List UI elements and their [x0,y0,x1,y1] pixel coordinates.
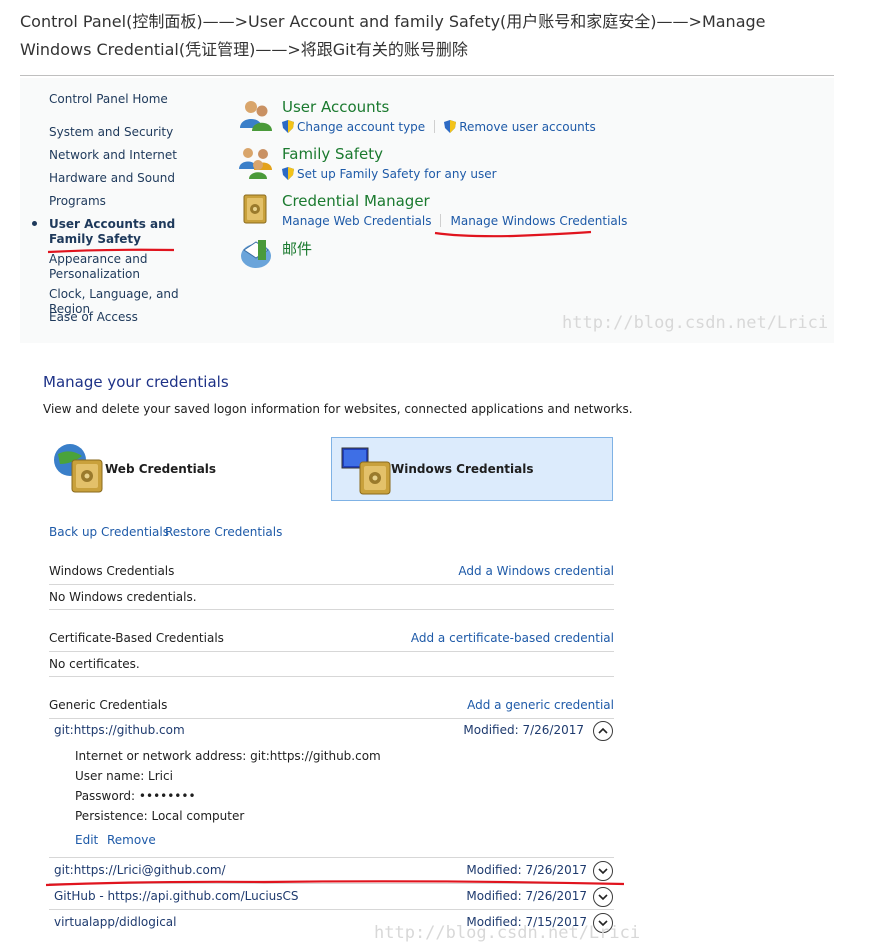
certificate-credentials-heading: Certificate-Based Credentials [49,631,224,645]
uac-shield-icon [282,167,294,180]
watermark: http://blog.csdn.net/Lrici [562,313,829,333]
detail-username: User name: Lrici [75,769,173,783]
generic-credentials-heading: Generic Credentials [49,698,168,712]
annotation-underline [45,880,625,887]
divider [20,75,834,76]
section-divider [49,584,614,585]
web-credentials-label: Web Credentials [105,462,217,476]
edit-credential-link[interactable]: Edit [75,833,98,847]
backup-credentials-link[interactable]: Back up Credentials [49,525,169,539]
sidebar-item-home[interactable]: Control Panel Home [49,92,168,107]
credential-modified: Modified: 7/26/2017 [463,723,584,737]
add-certificate-credential-link[interactable]: Add a certificate-based credential [411,631,614,645]
certificate-credentials-empty: No certificates. [49,657,140,671]
family-safety-links: Set up Family Safety for any user [282,167,497,181]
add-windows-credential-link[interactable]: Add a Windows credential [458,564,614,578]
section-divider [49,718,614,719]
section-divider [49,651,614,652]
sidebar-item-hardware[interactable]: Hardware and Sound [49,171,175,186]
windows-credentials-tab[interactable]: Windows Credentials [331,437,613,501]
watermark: http://blog.csdn.net/Lrici [374,923,641,943]
add-generic-credential-link[interactable]: Add a generic credential [467,698,614,712]
windows-credentials-label: Windows Credentials [391,462,534,476]
detail-address: Internet or network address: git:https:/… [75,749,381,763]
credential-manager-title[interactable]: Credential Manager [282,192,430,210]
change-account-type-link[interactable]: Change account type [297,120,425,134]
sidebar-item-programs[interactable]: Programs [49,194,106,209]
uac-shield-icon [282,120,294,133]
section-divider [49,857,614,858]
manage-web-credentials-link[interactable]: Manage Web Credentials [282,214,431,228]
credential-row-name[interactable]: git:https://Lrici@github.com/ [54,863,226,877]
manage-windows-credentials-link[interactable]: Manage Windows Credentials [450,214,627,228]
windows-credentials-empty: No Windows credentials. [49,590,197,604]
sidebar-item-user-accounts[interactable]: User Accounts and Family Safety [49,217,199,247]
annotation-underline [47,248,175,254]
detail-password: Password: •••••••• [75,789,196,803]
credential-manager-links: Manage Web Credentials Manage Windows Cre… [282,214,627,228]
collapse-chevron-icon[interactable] [593,721,613,741]
vault-icon [238,192,274,228]
expand-chevron-icon[interactable] [593,887,613,907]
section-divider [49,609,614,610]
active-bullet [32,221,37,226]
remove-user-accounts-link[interactable]: Remove user accounts [459,120,596,134]
remove-credential-link[interactable]: Remove [107,833,156,847]
page-description: View and delete your saved logon informa… [43,402,633,416]
section-divider [49,909,614,910]
credential-row-name[interactable]: GitHub - https://api.github.com/LuciusCS [54,889,299,903]
control-panel-panel: Control Panel Home System and Security N… [20,78,834,343]
restore-credentials-link[interactable]: Restore Credentials [165,525,282,539]
family-icon [238,145,274,181]
user-accounts-links: Change account type Remove user accounts [282,120,596,134]
sidebar-item-network[interactable]: Network and Internet [49,148,177,163]
sidebar-item-appearance[interactable]: Appearance and Personalization [49,252,159,282]
windows-credentials-heading: Windows Credentials [49,564,175,578]
section-divider [49,676,614,677]
web-vault-icon [52,442,104,498]
annotation-underline [434,230,592,238]
credential-row-name[interactable]: git:https://github.com [54,723,185,737]
mail-title[interactable]: 邮件 [282,238,312,259]
setup-family-safety-link[interactable]: Set up Family Safety for any user [297,167,497,181]
credential-modified: Modified: 7/26/2017 [466,863,587,877]
user-accounts-title[interactable]: User Accounts [282,98,389,116]
users-icon [238,98,274,134]
instruction-heading: Control Panel(控制面板)——>User Account and f… [20,12,766,59]
page-title: Manage your credentials [43,373,229,391]
mail-icon [238,236,274,272]
web-credentials-tab[interactable]: Web Credentials [50,437,320,501]
sidebar-item-system-security[interactable]: System and Security [49,125,173,140]
sidebar-item-ease[interactable]: Ease of Access [49,310,138,325]
family-safety-title[interactable]: Family Safety [282,145,383,163]
credential-row-name[interactable]: virtualapp/didlogical [54,915,176,929]
uac-shield-icon [444,120,457,133]
credential-modified: Modified: 7/26/2017 [466,889,587,903]
detail-persistence: Persistence: Local computer [75,809,245,823]
windows-vault-icon [340,444,392,500]
